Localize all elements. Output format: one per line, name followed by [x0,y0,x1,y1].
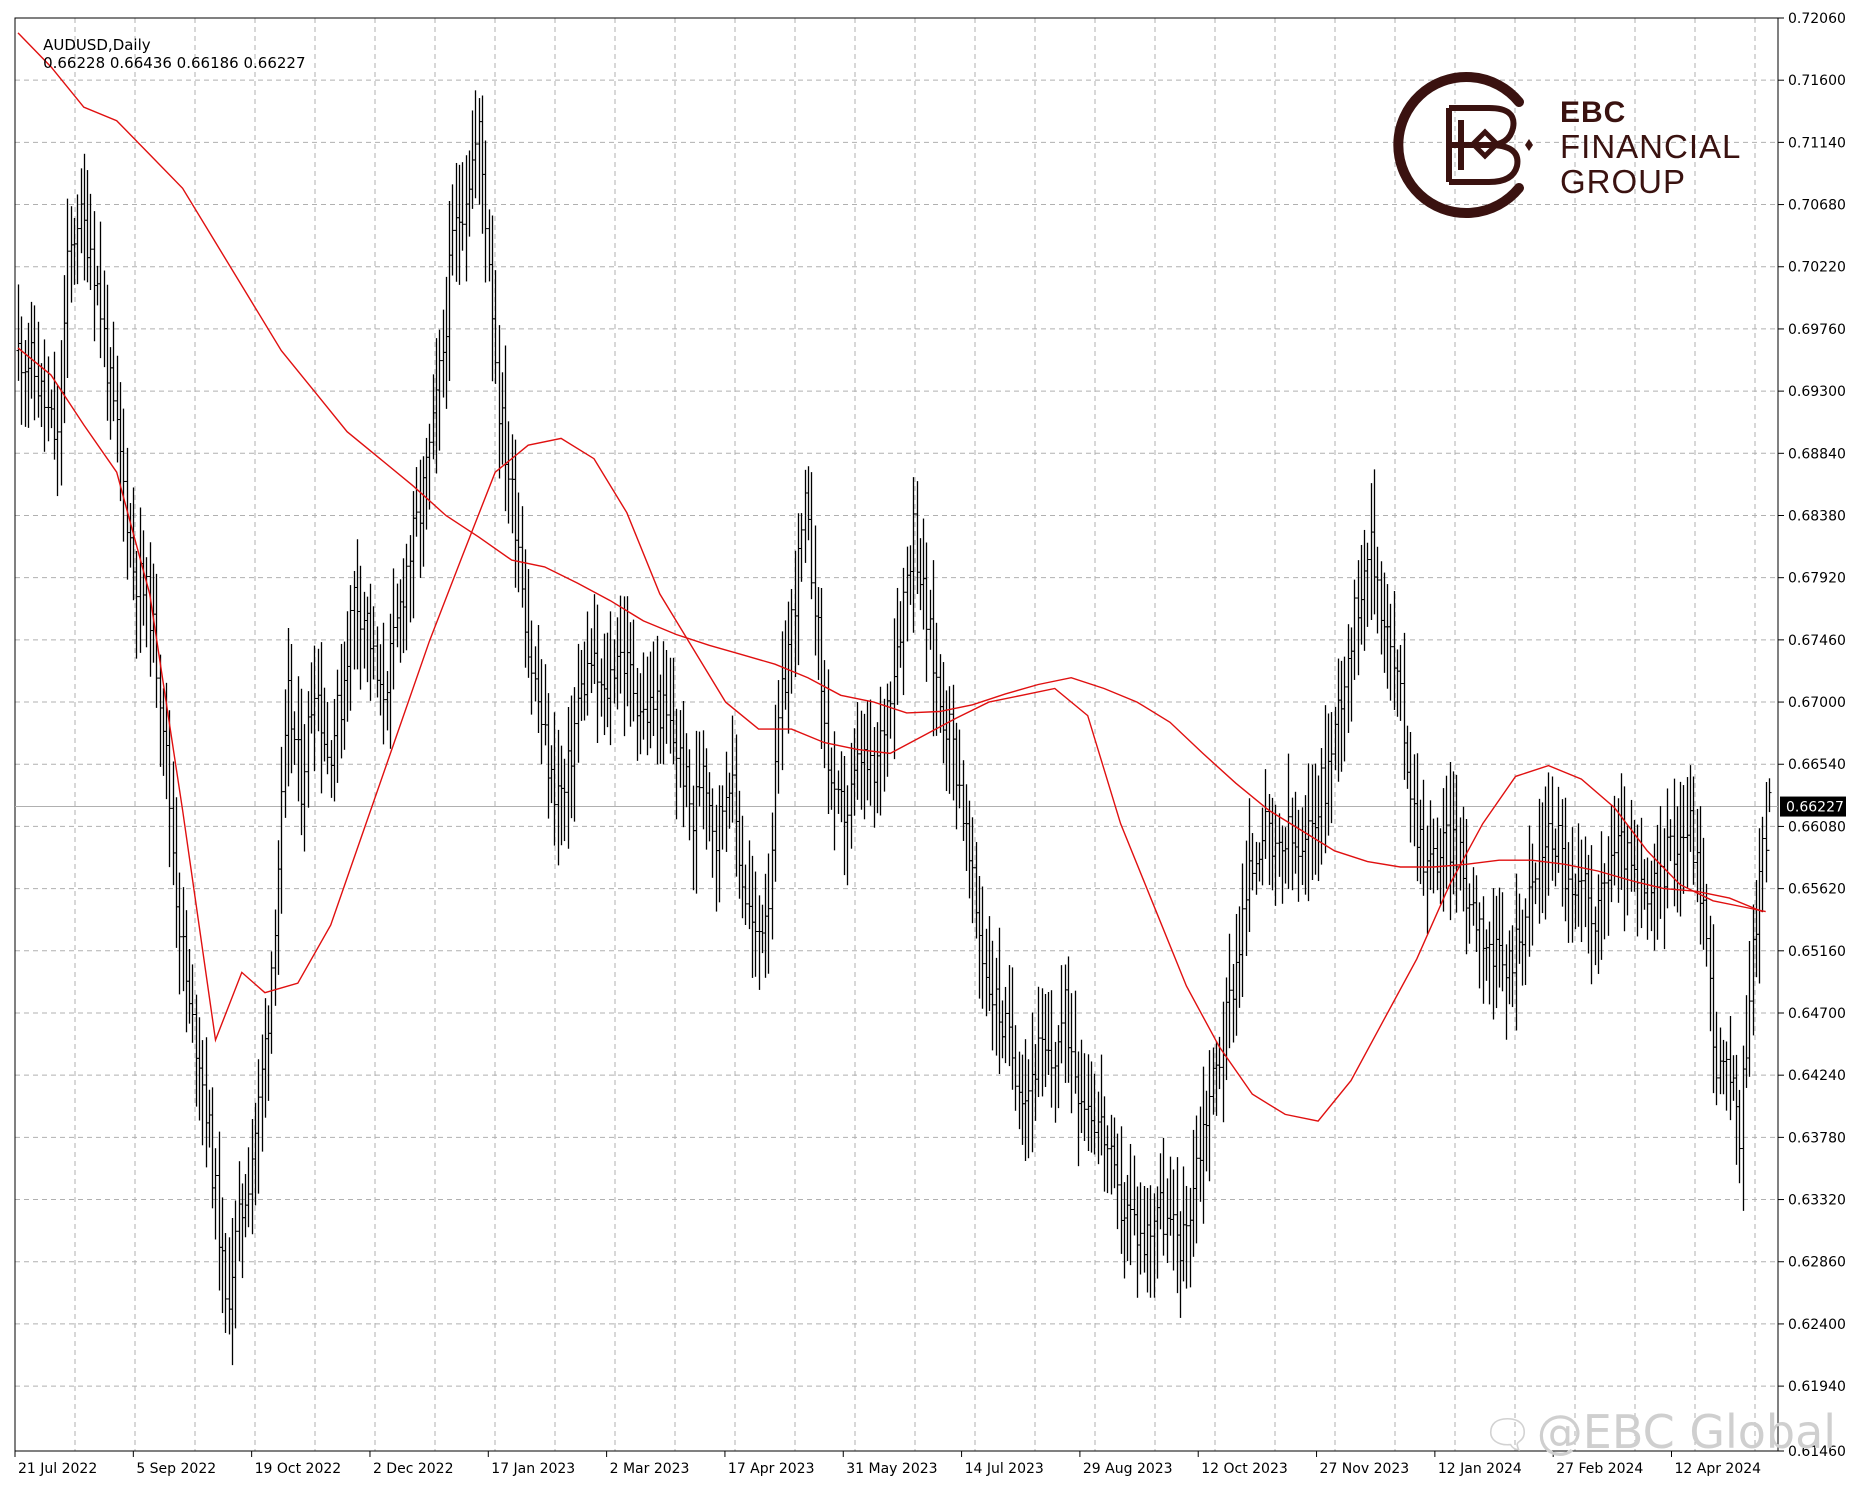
y-tick-label: 0.70680 [1788,198,1846,214]
x-tick-label: 27 Feb 2024 [1556,1461,1643,1477]
y-tick-label: 0.62400 [1788,1317,1846,1333]
chart-window: 0.72060 0.71600 0.71140 0.70680 0.70220 0.697… [0,0,1872,1500]
x-tick-label: 2 Dec 2022 [373,1461,454,1477]
y-tick-label: 0.71600 [1788,73,1846,89]
x-tick-label: 12 Oct 2023 [1201,1461,1288,1477]
watermark: 🗨@EBC Global [1482,1405,1836,1459]
y-tick-label: 0.63320 [1788,1193,1846,1209]
y-tick-label: 0.70220 [1788,260,1846,276]
logo-line-2: FINANCIAL [1560,128,1742,165]
x-tick-label: 27 Nov 2023 [1320,1461,1410,1477]
plot-frame [14,17,1779,1452]
y-tick-label: 0.66080 [1788,819,1846,835]
y-tick-label: 0.67920 [1788,571,1846,587]
y-tick-label: 0.71140 [1788,135,1846,151]
y-tick-label: 0.67000 [1788,695,1846,711]
logo-line-3: GROUP [1560,163,1687,200]
chart-symbol: AUDUSD,Daily [43,36,151,54]
chart-header: AUDUSD,Daily 0.66228 0.66436 0.66186 0.6… [24,18,306,90]
y-tick-label: 0.63780 [1788,1130,1846,1146]
x-tick-label: 5 Sep 2022 [136,1461,216,1477]
x-tick-label: 14 Jul 2023 [965,1461,1044,1477]
chat-bubble-icon: 🗨 [1482,1412,1533,1458]
x-tick-label: 12 Apr 2024 [1675,1461,1762,1477]
y-tick-label: 0.67460 [1788,633,1846,649]
x-tick-label: 17 Jan 2023 [491,1461,575,1477]
y-tick-label: 0.69300 [1788,384,1846,400]
x-tick-label: 21 Jul 2022 [18,1461,97,1477]
x-tick-label: 17 Apr 2023 [728,1461,815,1477]
y-tick-label: 0.65620 [1788,882,1846,898]
x-tick-label: 19 Oct 2022 [255,1461,342,1477]
logo-line-1: EBC [1560,96,1627,129]
grid [15,18,1778,1451]
y-tick-label: 0.64700 [1788,1006,1846,1022]
x-tick-label: 12 Jan 2024 [1438,1461,1522,1477]
y-tick-label: 0.61940 [1788,1379,1846,1395]
y-tick-label: 0.65160 [1788,944,1846,960]
y-tick-label: 0.69760 [1788,322,1846,338]
x-tick-label: 29 Aug 2023 [1083,1461,1173,1477]
chart-ohlc: 0.66228 0.66436 0.66186 0.66227 [43,54,306,72]
y-tick-label: 0.72060 [1788,11,1846,27]
price-chart[interactable]: 0.72060 0.71600 0.71140 0.70680 0.70220 0.697… [0,0,1872,1500]
moving-average-line-2 [17,347,1766,1122]
y-tick-label: 0.68380 [1788,508,1846,524]
ohlc-bars [16,90,1772,1366]
x-tick-label: 2 Mar 2023 [610,1461,690,1477]
x-tick-label: 31 May 2023 [846,1461,937,1477]
watermark-text: @EBC Global [1536,1405,1837,1459]
y-tick-label: 0.68840 [1788,446,1846,462]
current-price-tag-text: 0.66227 [1786,800,1844,816]
y-tick-label: 0.66540 [1788,757,1846,773]
y-tick-label: 0.62860 [1788,1255,1846,1271]
y-tick-label: 0.64240 [1788,1068,1846,1084]
y-axis: 0.72060 0.71600 0.71140 0.70680 0.70220 0.697… [1778,11,1846,1460]
current-price-tag: 0.66227 [1780,796,1846,817]
